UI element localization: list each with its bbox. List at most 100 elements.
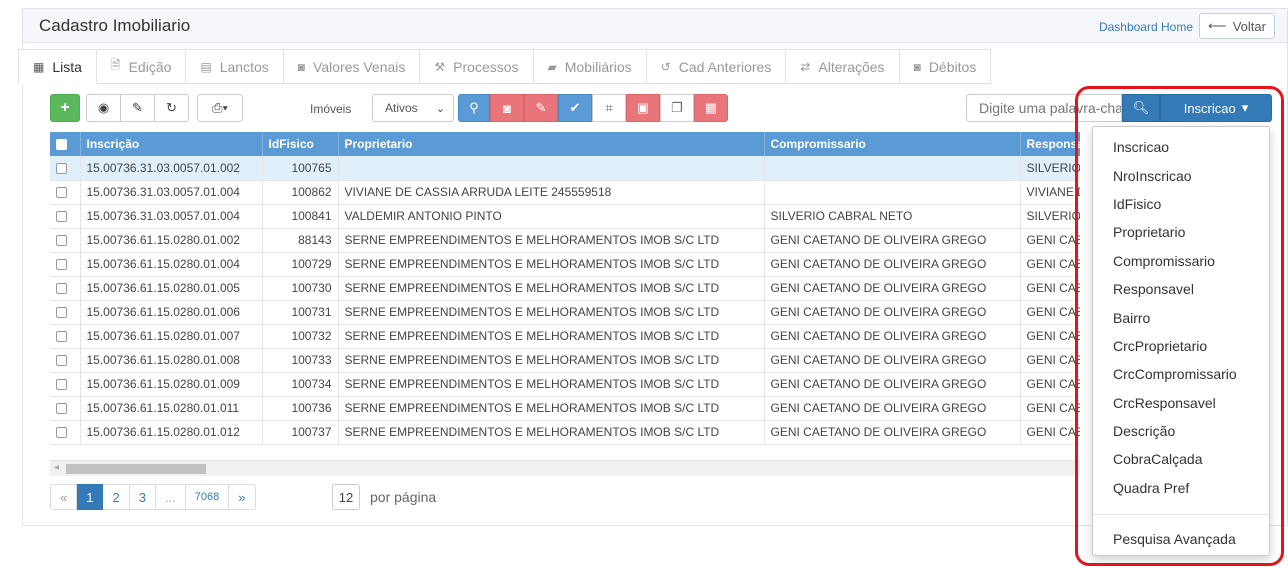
table-row[interactable]: 15.00736.61.15.0280.01.011 100736 SERNE EM… xyxy=(50,396,1080,421)
gavel-icon: ⚒ xyxy=(434,59,446,74)
row-checkbox[interactable] xyxy=(50,324,81,349)
tab-cad-anteriores[interactable]: ↺ Cad Anteriores xyxy=(646,49,787,84)
dashboard-home-link[interactable]: Dashboard Home xyxy=(1099,20,1193,34)
row-checkbox[interactable] xyxy=(50,156,81,181)
col-responsavel[interactable]: Responsavel xyxy=(1020,132,1080,156)
status-select[interactable]: Ativos ⌄ xyxy=(372,94,454,122)
menu-item-idfisico[interactable]: IdFisico xyxy=(1093,190,1269,218)
table-row[interactable]: 15.00736.61.15.0280.01.008 100733 SERNE EM… xyxy=(50,348,1080,373)
money-button[interactable]: ◙ xyxy=(490,94,524,122)
cell-proprietario xyxy=(338,156,765,181)
table-row[interactable]: 15.00736.61.15.0280.01.004 100729 SERNE EM… xyxy=(50,252,1080,277)
add-button[interactable]: + xyxy=(50,94,80,122)
pencil-icon: ✎ xyxy=(132,100,143,115)
back-button[interactable]: ⟵ Voltar xyxy=(1199,13,1275,39)
check-button[interactable]: ✔ xyxy=(558,94,592,122)
row-checkbox[interactable] xyxy=(50,372,81,397)
page-3[interactable]: 3 xyxy=(129,484,156,510)
page-first-button[interactable]: « xyxy=(50,484,78,510)
calendar-button[interactable]: ▦ xyxy=(694,94,728,122)
menu-item-compromissario[interactable]: Compromissario xyxy=(1093,247,1269,275)
cell-compromissario xyxy=(764,180,1021,205)
col-inscricao[interactable]: Inscrição xyxy=(80,132,263,156)
page-next-button[interactable]: » xyxy=(229,484,256,510)
tab-mobiliarios[interactable]: ▰ Mobiliários xyxy=(533,49,647,84)
menu-item-inscricao[interactable]: Inscricao xyxy=(1093,133,1269,161)
table-row[interactable]: 15.00736.61.15.0280.01.007 100732 SERNE EM… xyxy=(50,324,1080,349)
view-button[interactable]: ◉ xyxy=(86,94,121,122)
col-compromissario[interactable]: Compromissario xyxy=(764,132,1021,156)
copy-button[interactable]: ❐ xyxy=(660,94,694,122)
edit-record-button[interactable]: ✎ xyxy=(524,94,558,122)
per-page-input[interactable]: 12 xyxy=(332,484,360,510)
refresh-button[interactable]: ↻ xyxy=(154,94,189,122)
search-button[interactable]: 🔍︎ xyxy=(1122,94,1160,122)
edit-button[interactable]: ✎ xyxy=(120,94,155,122)
status-select-value: Ativos xyxy=(385,101,418,115)
cell-idfisico: 100734 xyxy=(262,372,339,397)
row-checkbox[interactable] xyxy=(50,396,81,421)
table-row[interactable]: 15.00736.61.15.0280.01.012 100737 SERNE EM… xyxy=(50,420,1080,445)
select-area-button[interactable]: ⌗ xyxy=(592,94,626,122)
page-1[interactable]: 1 xyxy=(77,484,104,510)
map-area-button[interactable]: ▣ xyxy=(626,94,660,122)
calculator-icon: ▤ xyxy=(200,59,212,74)
row-checkbox[interactable] xyxy=(50,228,81,253)
print-button[interactable]: ⎙▾ xyxy=(197,94,243,122)
cell-proprietario: SERNE EMPREENDIMENTOS E MELHORAMENTOS IM… xyxy=(338,300,765,325)
tab-lista[interactable]: ▦ Lista xyxy=(18,49,97,84)
menu-item-cobracal-ada[interactable]: CobraCalçada xyxy=(1093,445,1269,473)
row-checkbox[interactable] xyxy=(50,180,81,205)
page-2[interactable]: 2 xyxy=(103,484,130,510)
cell-proprietario: SERNE EMPREENDIMENTOS E MELHORAMENTOS IM… xyxy=(338,348,765,373)
row-checkbox[interactable] xyxy=(50,348,81,373)
map-marker-button[interactable]: ⚲ xyxy=(458,94,490,122)
menu-item-bairro[interactable]: Bairro xyxy=(1093,303,1269,331)
table-row[interactable]: 15.00736.31.03.0057.01.004 100862 VIVIANE … xyxy=(50,180,1080,205)
tab-processos[interactable]: ⚒ Processos xyxy=(420,49,534,84)
cell-responsavel: SILVERIO CABRAL NETO xyxy=(1020,204,1080,229)
scroll-left-icon[interactable]: ◂ xyxy=(54,462,59,473)
select-all-checkbox[interactable] xyxy=(50,132,81,156)
page-last-number[interactable]: 7068 xyxy=(185,484,230,510)
row-checkbox[interactable] xyxy=(50,420,81,445)
scrollbar-thumb[interactable] xyxy=(66,464,206,474)
tab-edicao[interactable]: 🗎 Edição xyxy=(96,49,187,84)
menu-item-proprietario[interactable]: Proprietario xyxy=(1093,218,1269,246)
menu-item-responsavel[interactable]: Responsavel xyxy=(1093,275,1269,303)
tab-valores-venais[interactable]: ◙ Valores Venais xyxy=(283,49,421,84)
table-row[interactable]: 15.00736.61.15.0280.01.002 88143 SERNE EMP… xyxy=(50,228,1080,253)
tab-label: Débitos xyxy=(928,58,977,75)
cell-responsavel: GENI CAETANO xyxy=(1020,276,1080,301)
menu-item-pesquisa-avancada[interactable]: Pesquisa Avançada xyxy=(1093,525,1269,553)
menu-item-crcresponsavel[interactable]: CrcResponsavel xyxy=(1093,389,1269,417)
cell-responsavel: GENI CAETANO xyxy=(1020,252,1080,277)
table-row[interactable]: 15.00736.61.15.0280.01.009 100734 SERNE EM… xyxy=(50,372,1080,397)
menu-item-descri-o[interactable]: Descrição xyxy=(1093,417,1269,445)
horizontal-scrollbar[interactable]: ◂ xyxy=(50,460,1080,476)
cell-responsavel: GENI CAETANO xyxy=(1020,348,1080,373)
menu-item-quadra-pref[interactable]: Quadra Pref xyxy=(1093,474,1269,502)
tab-label: Mobiliários xyxy=(564,58,632,75)
cell-inscricao: 15.00736.61.15.0280.01.004 xyxy=(80,252,263,277)
menu-item-nroinscricao[interactable]: NroInscricao xyxy=(1093,161,1269,189)
table-row[interactable]: 15.00736.61.15.0280.01.005 100730 SERNE EM… xyxy=(50,276,1080,301)
table-row[interactable]: 15.00736.61.15.0280.01.006 100731 SERNE EM… xyxy=(50,300,1080,325)
col-proprietario[interactable]: Proprietario xyxy=(338,132,765,156)
tab-alteracoes[interactable]: ⇄ Alterações xyxy=(786,49,900,84)
cell-proprietario: SERNE EMPREENDIMENTOS E MELHORAMENTOS IM… xyxy=(338,276,765,301)
row-checkbox[interactable] xyxy=(50,204,81,229)
row-checkbox[interactable] xyxy=(50,252,81,277)
tab-debitos[interactable]: ◙ Débitos xyxy=(899,49,992,84)
table-row[interactable]: 15.00736.31.03.0057.01.004 100841 VALDEMIR… xyxy=(50,204,1080,229)
col-idfisico[interactable]: IdFisico xyxy=(262,132,339,156)
refresh-icon: ↻ xyxy=(166,100,177,115)
row-checkbox[interactable] xyxy=(50,300,81,325)
menu-item-crccompromissario[interactable]: CrcCompromissario xyxy=(1093,360,1269,388)
table-row[interactable]: 15.00736.31.03.0057.01.002 100765 SILVERIO… xyxy=(50,156,1080,181)
tab-lanctos[interactable]: ▤ Lanctos xyxy=(186,49,284,84)
menu-item-crcproprietario[interactable]: CrcProprietario xyxy=(1093,332,1269,360)
row-checkbox[interactable] xyxy=(50,276,81,301)
search-field-dropdown[interactable]: Inscricao ▾ xyxy=(1160,94,1272,122)
search-input[interactable] xyxy=(966,94,1122,122)
